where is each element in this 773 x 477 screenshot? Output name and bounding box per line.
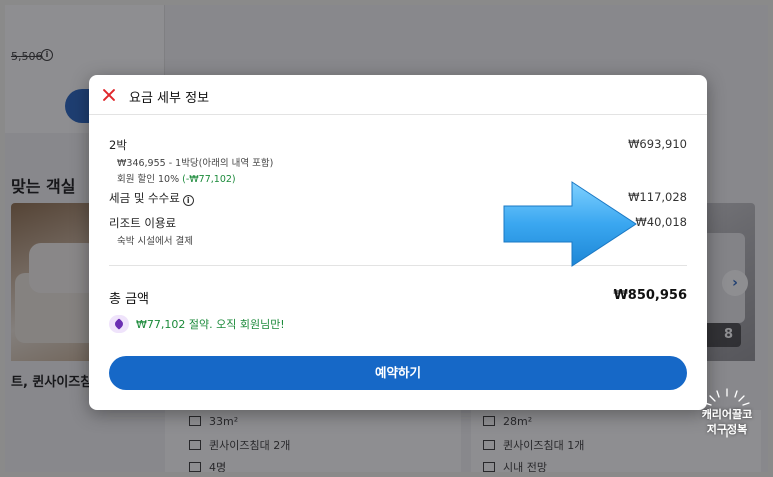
nights-label: 2박 <box>109 138 127 152</box>
total-amount: ₩850,956 <box>613 288 687 303</box>
savings-text: ₩77,102 절약. 오직 회원님만! <box>136 318 285 331</box>
resort-fee-amount: ₩40,018 <box>635 215 687 229</box>
watermark-line2: 지구정복 <box>706 423 748 436</box>
discount-amount: (-₩77,102) <box>182 174 236 185</box>
close-icon[interactable] <box>99 85 119 105</box>
tag-icon <box>109 315 129 333</box>
per-night-text: ₩346,955 - 1박당(아래의 내역 포함) <box>117 158 274 169</box>
book-button[interactable]: 예약하기 <box>109 356 687 390</box>
watermark-line1: 캐리어끌고 <box>701 408 753 421</box>
total-label: 총 금액 <box>109 292 150 307</box>
dialog-title: 요금 세부 정보 <box>129 91 210 106</box>
member-savings: ₩77,102 절약. 오직 회원님만! <box>109 315 285 333</box>
info-icon[interactable]: i <box>182 195 194 206</box>
arrow-annotation-icon <box>503 181 637 267</box>
watermark: 캐리어끌고 지구정복 <box>689 388 765 459</box>
dialog-header: 요금 세부 정보 <box>89 75 707 115</box>
screenshot-frame: 5,506 i 맞는 객실 트, 퀸사이즈침 › 8 33m² 퀸사이즈침대 2… <box>0 0 773 477</box>
nights-amount: ₩693,910 <box>628 137 687 151</box>
